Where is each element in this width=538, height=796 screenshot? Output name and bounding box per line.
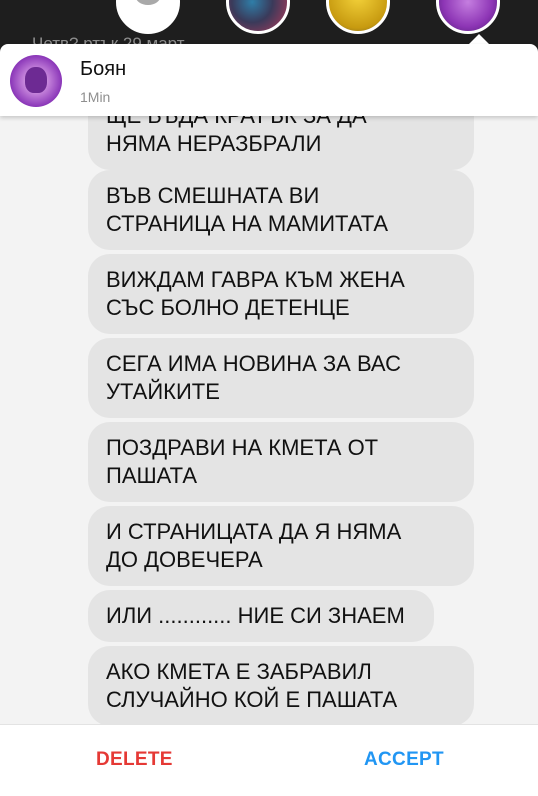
message-bubble: И СТРАНИЦАТА ДА Я НЯМА ДО ДОВЕЧЕРА — [88, 506, 474, 586]
avatar-figure — [25, 67, 47, 93]
chat-head-avatar[interactable] — [226, 0, 290, 34]
accept-button[interactable]: ACCEPT — [364, 749, 444, 771]
message-request-header: Боян 1Min — [0, 44, 538, 116]
message-bubble: АКО КМЕТА Е ЗАБРАВИЛ СЛУЧАЙНО КОЙ Е ПАША… — [88, 646, 474, 724]
message-bubble: ЩЕ БЪДА КРАТЪК ЗА ДА НЯМА НЕРАЗБРАЛИ — [88, 116, 474, 170]
message-bubble: ПОЗДРАВИ НА КМЕТА ОТ ПАШАТА — [88, 422, 474, 502]
avatar[interactable] — [10, 55, 62, 107]
chat-head-avatar[interactable] — [326, 0, 390, 34]
messenger-chat-head[interactable] — [116, 0, 180, 34]
message-time: 1Min — [80, 89, 111, 105]
chat-head-avatar-active[interactable] — [436, 0, 500, 34]
message-bubble: ВИЖДАМ ГАВРА КЪМ ЖЕНА СЪС БОЛНО ДЕТЕНЦЕ — [88, 254, 474, 334]
messenger-bubble-icon — [135, 0, 161, 5]
delete-button[interactable]: DELETE — [96, 749, 173, 771]
message-bubble: ВЪВ СМЕШНАТА ВИ СТРАНИЦА НА МАМИТАТА — [88, 170, 474, 250]
action-bar: DELETE ACCEPT — [0, 724, 538, 796]
message-bubble: ИЛИ ............ НИЕ СИ ЗНАЕМ — [88, 590, 434, 642]
conversation[interactable]: ЩЕ БЪДА КРАТЪК ЗА ДА НЯМА НЕРАЗБРАЛИ ВЪВ… — [0, 116, 538, 724]
sender-name[interactable]: Боян — [80, 58, 126, 81]
message-bubble: СЕГА ИМА НОВИНА ЗА ВАС УТАЙКИТЕ — [88, 338, 474, 418]
